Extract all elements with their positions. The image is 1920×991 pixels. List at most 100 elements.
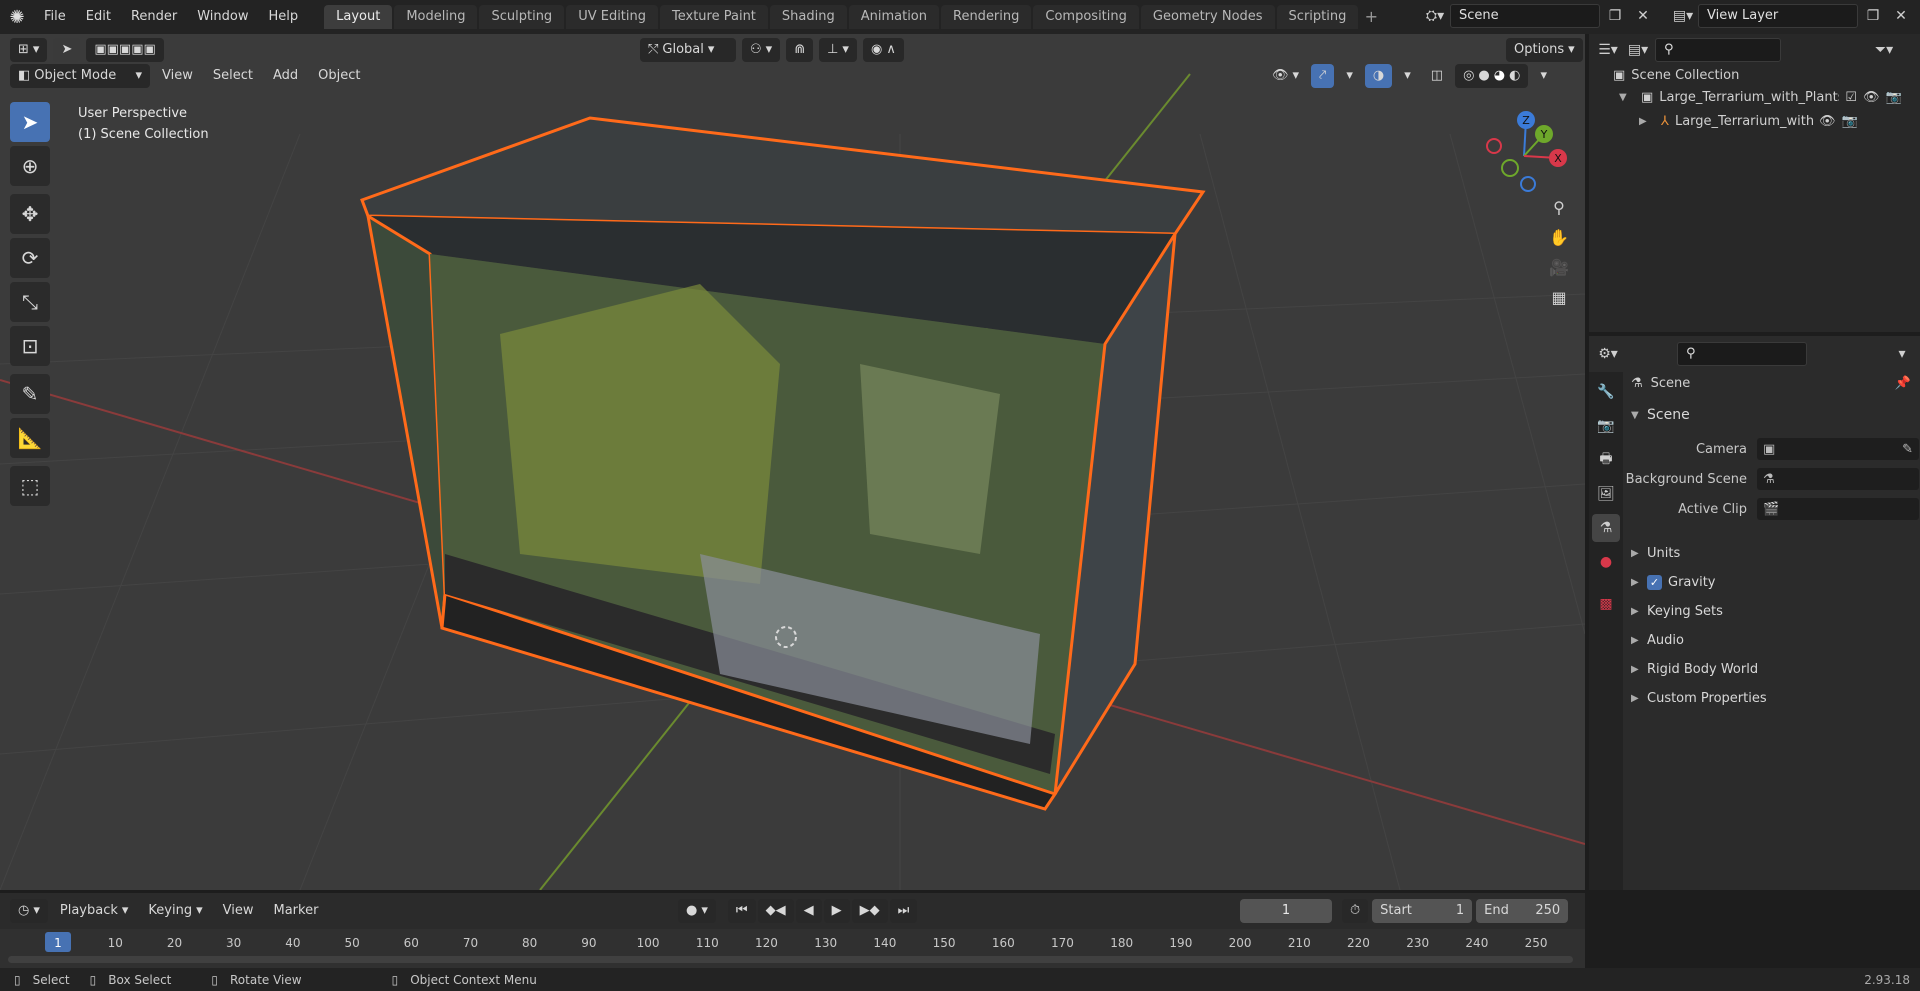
tab-animation[interactable]: Animation: [848, 5, 939, 29]
menu-select[interactable]: Select: [205, 64, 261, 88]
view-layer-tab-icon[interactable]: 🖼: [1592, 480, 1620, 508]
select-box-tool[interactable]: ➤: [10, 102, 50, 142]
expand-arrow-icon[interactable]: ▶: [1639, 116, 1655, 127]
world-tab-icon[interactable]: ●: [1592, 548, 1620, 576]
background-scene-field[interactable]: ⚗: [1757, 468, 1919, 490]
ortho-grid-icon[interactable]: ▦: [1544, 282, 1574, 312]
object-mode-dropdown[interactable]: ◧ Object Mode ▾: [10, 64, 150, 88]
gravity-panel-header[interactable]: ▶ ✓ Gravity: [1631, 569, 1715, 595]
editor-type-button[interactable]: ⊞ ▾: [10, 38, 48, 62]
keying-sets-panel-header[interactable]: ▶ Keying Sets: [1631, 598, 1723, 624]
gizmo-neg-y[interactable]: [1501, 159, 1519, 177]
proportional-edit-button[interactable]: ◉ ∧: [862, 38, 904, 62]
start-frame-field[interactable]: Start 1: [1372, 899, 1473, 923]
menu-edit[interactable]: Edit: [76, 4, 121, 30]
menu-object[interactable]: Object: [310, 64, 368, 88]
jump-end-button[interactable]: ⏭: [889, 899, 918, 923]
tab-compositing[interactable]: Compositing: [1033, 5, 1139, 29]
xray-toggle-button[interactable]: ◫: [1423, 64, 1451, 88]
blender-logo-icon[interactable]: ✺: [0, 0, 34, 34]
gizmo-neg-x[interactable]: [1486, 138, 1502, 154]
overlays-toggle-button[interactable]: ◑: [1364, 64, 1393, 88]
menu-help[interactable]: Help: [259, 4, 309, 30]
current-frame-field[interactable]: 1: [1240, 899, 1332, 923]
expand-arrow-icon[interactable]: ▼: [1619, 92, 1635, 103]
prev-keyframe-button[interactable]: ◆◀: [757, 899, 794, 923]
scene-panel-header[interactable]: ▼ Scene: [1631, 402, 1690, 428]
snap-settings-button[interactable]: ⊥ ▾: [819, 38, 857, 62]
outliner-item[interactable]: ▼ ▣ Large_Terrarium_with_Plants_ ☑ 👁 📷: [1619, 86, 1919, 108]
tool-tab-icon[interactable]: 🔧: [1592, 378, 1620, 406]
end-frame-field[interactable]: End 250: [1476, 899, 1569, 923]
camera-view-icon[interactable]: 🎥: [1544, 252, 1574, 282]
tab-layout[interactable]: Layout: [324, 5, 393, 29]
pivot-point-button[interactable]: ⚇ ▾: [742, 38, 781, 62]
close-scene-icon[interactable]: ✕: [1630, 4, 1656, 28]
menu-render[interactable]: Render: [121, 4, 187, 30]
add-cube-tool[interactable]: ⬚: [10, 466, 50, 506]
play-reverse-button[interactable]: ◀: [795, 899, 822, 923]
gizmo-dropdown[interactable]: ▾: [1338, 64, 1361, 88]
auto-keying-button[interactable]: ● ▾: [678, 899, 716, 923]
shading-dropdown[interactable]: ▾: [1532, 64, 1555, 88]
menu-view[interactable]: View: [154, 64, 201, 88]
properties-search-input[interactable]: ⚲: [1677, 342, 1807, 366]
gizmo-toggle-button[interactable]: ⤤: [1311, 64, 1335, 88]
eye-icon[interactable]: 👁: [1863, 90, 1880, 105]
playback-menu[interactable]: Playback ▾: [52, 899, 137, 923]
timeline-editor-type[interactable]: ◷ ▾: [10, 899, 48, 923]
tab-sculpting[interactable]: Sculpting: [479, 5, 565, 29]
tab-texture-paint[interactable]: Texture Paint: [660, 5, 768, 29]
transform-tool[interactable]: ⊡: [10, 326, 50, 366]
active-clip-field[interactable]: 🎬: [1757, 498, 1919, 520]
transform-orientation-dropdown[interactable]: ⤲ Global ▾: [640, 38, 736, 62]
render-tab-icon[interactable]: 📷: [1592, 412, 1620, 440]
visibility-button[interactable]: 👁 ▾: [1264, 64, 1307, 88]
view-layer-field[interactable]: View Layer: [1698, 4, 1858, 28]
play-button[interactable]: ▶: [823, 899, 850, 923]
units-panel-header[interactable]: ▶ Units: [1631, 540, 1680, 566]
use-preview-range-button[interactable]: ⏱: [1342, 899, 1369, 923]
selection-mode-buttons[interactable]: ▣▣▣▣▣: [86, 38, 164, 62]
texture-tab-icon[interactable]: ▩: [1592, 590, 1620, 618]
pan-hand-icon[interactable]: ✋: [1544, 222, 1574, 252]
tab-scripting[interactable]: Scripting: [1276, 5, 1359, 29]
outliner-editor-icon[interactable]: ☰▾: [1595, 38, 1621, 62]
tab-shading[interactable]: Shading: [769, 5, 847, 29]
custom-properties-panel-header[interactable]: ▶ Custom Properties: [1631, 685, 1767, 711]
menu-window[interactable]: Window: [187, 4, 258, 30]
zoom-icon[interactable]: ⚲: [1544, 192, 1574, 222]
scene-tab-icon[interactable]: ⚗: [1592, 514, 1620, 542]
navigation-gizmo[interactable]: Z Y X: [1476, 106, 1572, 206]
add-workspace-button[interactable]: +: [1360, 6, 1382, 28]
camera-icon[interactable]: 📷: [1841, 114, 1857, 129]
3d-viewport[interactable]: ⊞ ▾ ➤ ▣▣▣▣▣ ⤲ Global ▾ ⚇ ▾ ⋒ ⊥ ▾ ◉ ∧ Options ▾…: [0, 34, 1585, 890]
snap-button[interactable]: ⋒: [786, 38, 814, 62]
select-tool-mode-button[interactable]: ➤: [53, 38, 81, 62]
close-view-layer-icon[interactable]: ✕: [1888, 4, 1914, 28]
timeline-view-menu[interactable]: View: [215, 899, 262, 923]
filter-icon[interactable]: ⏷▾: [1871, 38, 1897, 62]
shading-modes[interactable]: ◎ ● ◕ ◐: [1455, 64, 1529, 88]
outliner-search-input[interactable]: ⚲: [1655, 38, 1781, 62]
display-mode-icon[interactable]: ▤▾: [1625, 38, 1651, 62]
view-layer-icon[interactable]: ▤▾: [1670, 4, 1696, 28]
scene-icon[interactable]: ⛭▾: [1422, 4, 1448, 28]
annotate-tool[interactable]: ✎: [10, 374, 50, 414]
timeline-scrollbar[interactable]: [8, 956, 1573, 963]
overlays-dropdown[interactable]: ▾: [1396, 64, 1419, 88]
camera-icon[interactable]: 📷: [1885, 90, 1901, 105]
menu-add[interactable]: Add: [265, 64, 306, 88]
tab-rendering[interactable]: Rendering: [941, 5, 1032, 29]
tab-modeling[interactable]: Modeling: [394, 5, 478, 29]
tab-geometry-nodes[interactable]: Geometry Nodes: [1140, 5, 1275, 29]
properties-editor-icon[interactable]: ⚙▾: [1595, 342, 1621, 366]
cursor-tool[interactable]: ⊕: [10, 146, 50, 186]
options-dropdown[interactable]: Options ▾: [1506, 38, 1583, 62]
next-keyframe-button[interactable]: ▶◆: [851, 899, 888, 923]
audio-panel-header[interactable]: ▶ Audio: [1631, 627, 1684, 653]
rigid-body-world-panel-header[interactable]: ▶ Rigid Body World: [1631, 656, 1758, 682]
rotate-tool[interactable]: ⟳: [10, 238, 50, 278]
copy-view-layer-icon[interactable]: ❐: [1860, 4, 1886, 28]
jump-start-button[interactable]: ⏮: [727, 899, 756, 923]
